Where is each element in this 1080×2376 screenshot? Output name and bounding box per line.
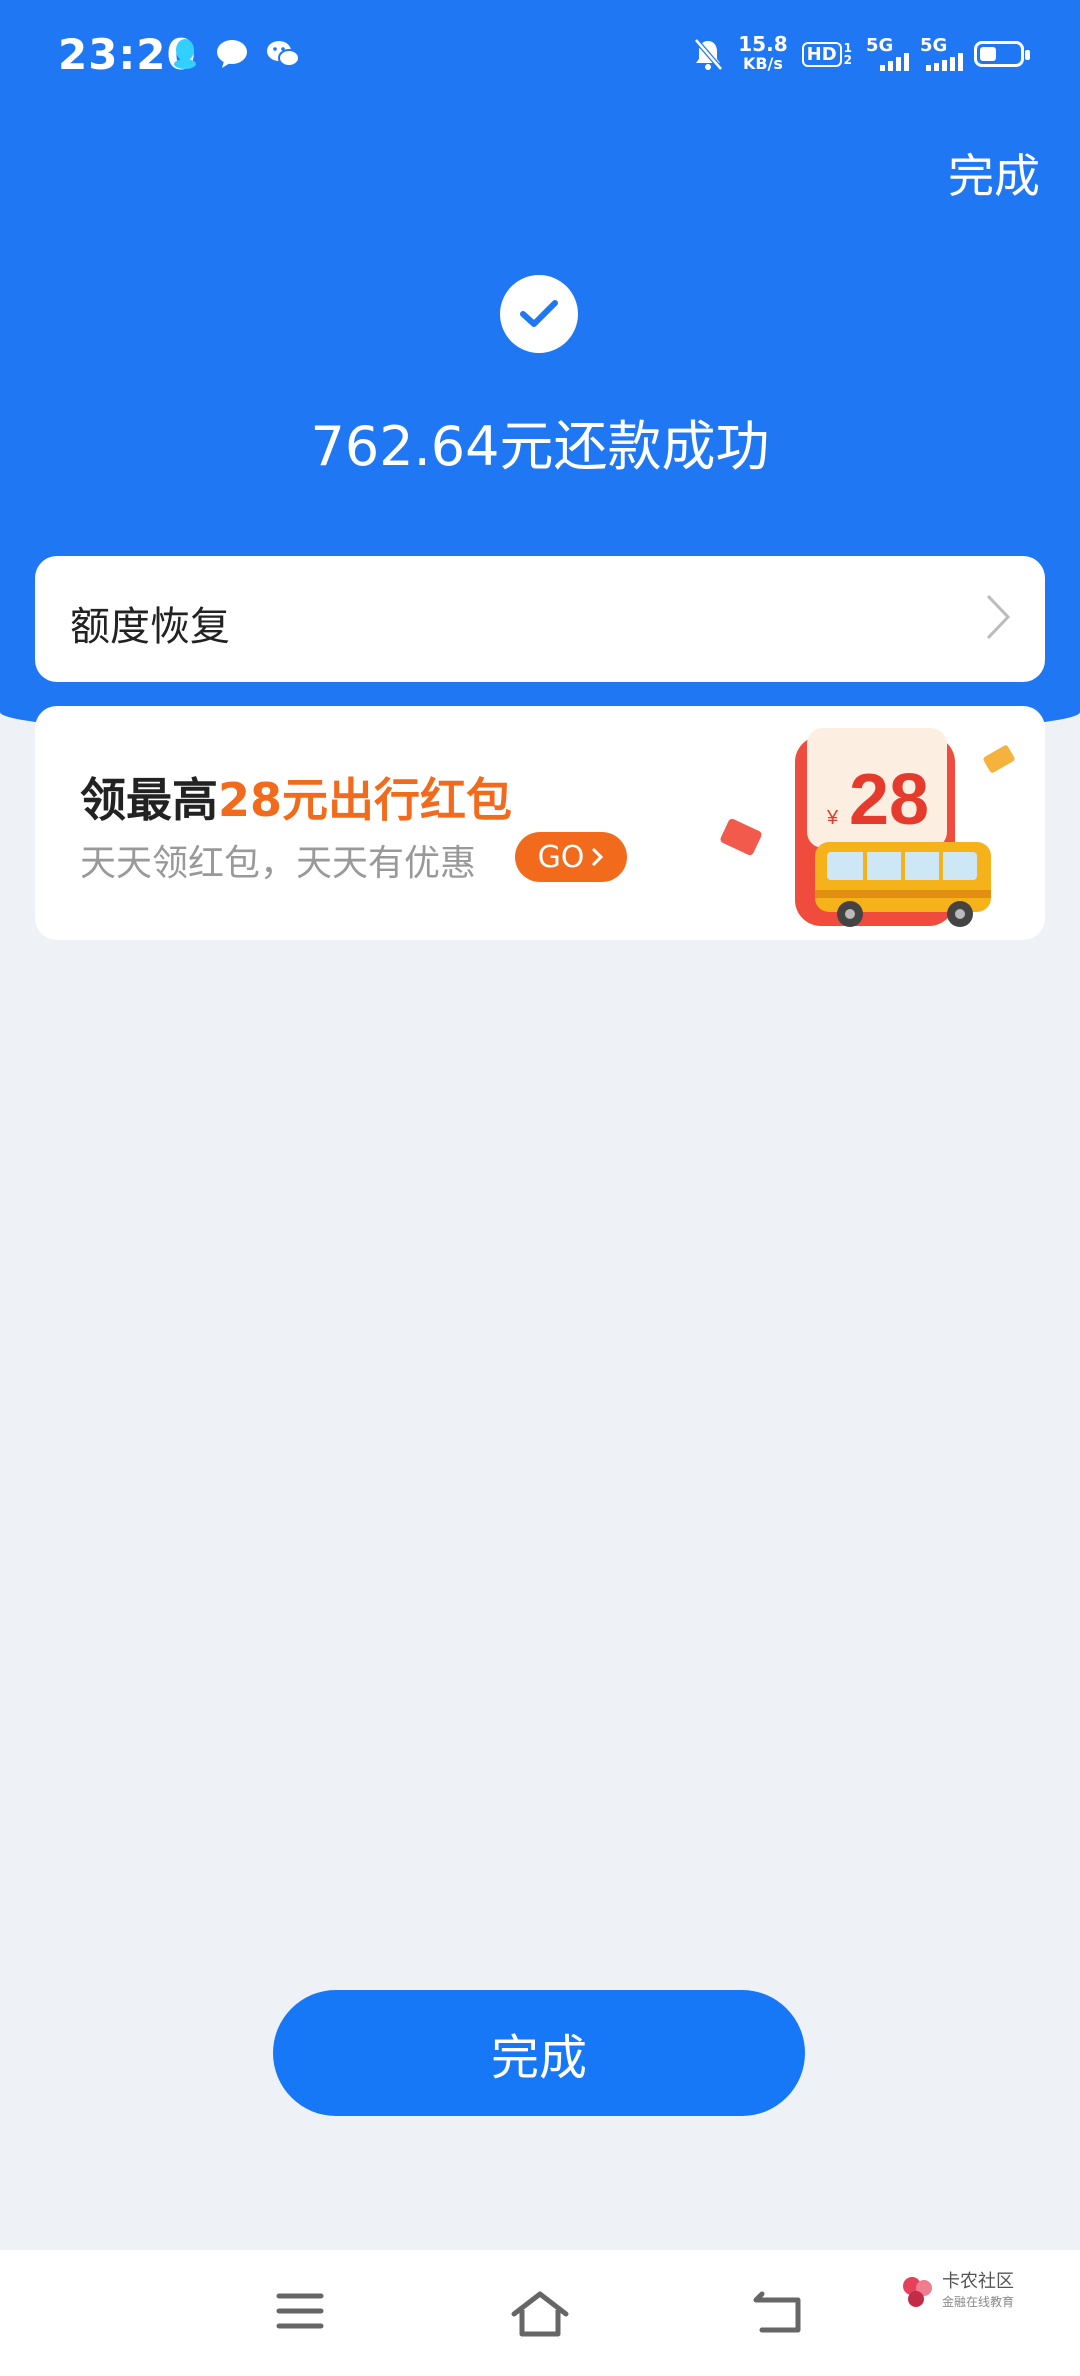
home-icon[interactable] bbox=[510, 2290, 570, 2338]
watermark-tagline: 金融在线教育 bbox=[942, 2295, 1015, 2309]
battery-icon bbox=[974, 41, 1030, 67]
success-check-icon bbox=[500, 275, 578, 353]
limit-recovery-card[interactable]: 额度恢复 bbox=[35, 556, 1045, 682]
status-bar: 23:20 15.8 KB/s HD 12 5G 5G bbox=[0, 0, 1080, 110]
success-message: 762.64元还款成功 bbox=[310, 415, 770, 478]
promo-subtitle: 天天领红包，天天有优惠 bbox=[80, 843, 477, 884]
qq-icon bbox=[174, 39, 196, 69]
header-done-button[interactable]: 完成 bbox=[948, 140, 1040, 206]
red-packet-bus-illustration: ¥ 28 bbox=[715, 714, 1035, 940]
mute-icon bbox=[694, 38, 724, 71]
svg-text:28: 28 bbox=[849, 760, 929, 840]
signal-5g-2: 5G bbox=[920, 35, 963, 73]
signal-5g-1: 5G bbox=[866, 35, 909, 73]
net-speed: 15.8 KB/s bbox=[738, 32, 788, 73]
battery-level bbox=[980, 47, 996, 61]
chevron-right-icon bbox=[986, 594, 1011, 640]
back-icon[interactable] bbox=[752, 2290, 804, 2334]
system-nav-bar bbox=[0, 2250, 1080, 2376]
message-icon bbox=[217, 40, 247, 68]
notification-icons bbox=[172, 38, 300, 70]
menu-icon[interactable] bbox=[276, 2290, 324, 2332]
wechat-icon bbox=[267, 41, 300, 67]
promo-title: 领最高28元出行红包 bbox=[80, 773, 513, 827]
svg-text:¥: ¥ bbox=[826, 807, 839, 829]
system-indicators: 15.8 KB/s HD 12 5G 5G bbox=[692, 32, 1030, 74]
hd-indicator: HD 12 bbox=[801, 41, 852, 67]
go-button[interactable]: GO bbox=[515, 832, 627, 882]
limit-recovery-label: 额度恢复 bbox=[70, 604, 230, 650]
watermark-logo-icon bbox=[903, 2277, 932, 2307]
watermark: 卡农社区 金融在线教育 bbox=[900, 2272, 1014, 2312]
watermark-name: 卡农社区 bbox=[942, 2271, 1014, 2292]
done-button[interactable]: 完成 bbox=[273, 1990, 805, 2116]
chevron-right-icon bbox=[592, 847, 604, 867]
promo-banner[interactable]: 领最高28元出行红包 天天领红包，天天有优惠 GO ¥ 28 bbox=[35, 706, 1045, 940]
